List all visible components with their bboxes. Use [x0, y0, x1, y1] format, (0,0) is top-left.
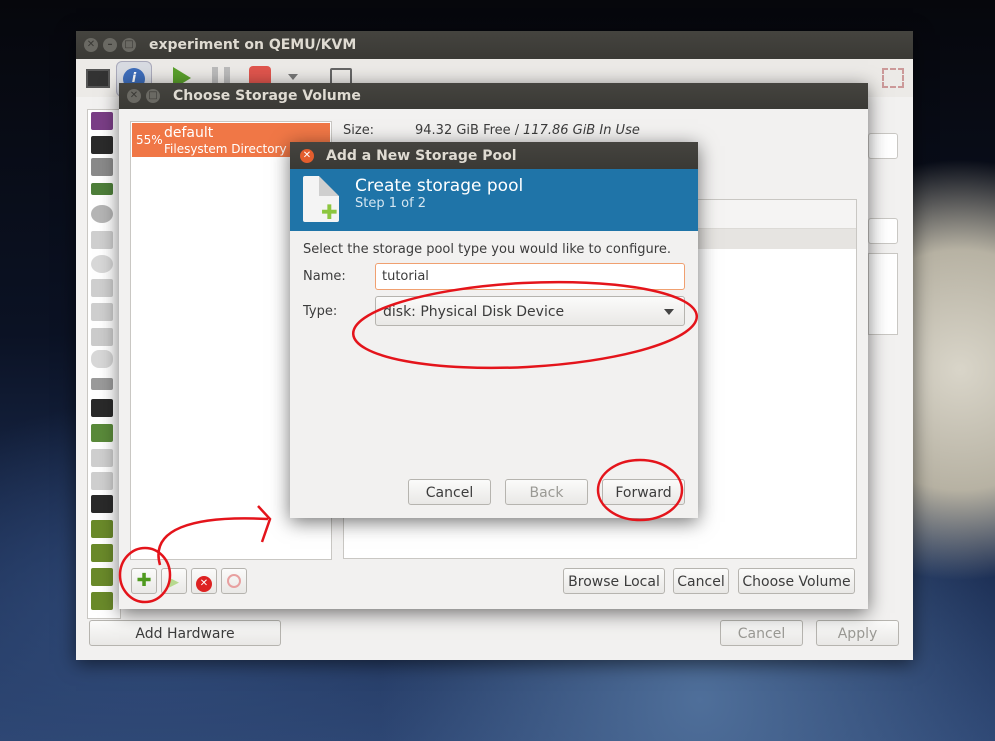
new-pool-icon: ✚: [303, 176, 339, 222]
size-label: Size:: [343, 123, 375, 138]
video-icon[interactable]: [91, 495, 113, 513]
serial-icon[interactable]: [91, 449, 113, 467]
memory-icon[interactable]: [91, 183, 113, 195]
name-input-value: tutorial: [382, 269, 429, 284]
channel-icon[interactable]: [91, 472, 113, 490]
plus-icon: ✚: [136, 570, 152, 591]
details-field-1: [868, 133, 898, 159]
mouse-icon[interactable]: [91, 350, 113, 368]
name-label: Name:: [303, 269, 346, 284]
dialog-header-step: Step 1 of 2: [355, 196, 427, 211]
maximize-icon[interactable]: □: [146, 89, 160, 103]
type-label: Type:: [303, 304, 338, 319]
controller-icon-2[interactable]: [91, 544, 113, 562]
console-icon[interactable]: [86, 69, 110, 88]
dialog-header-title: Create storage pool: [355, 176, 524, 196]
delete-icon: [227, 574, 241, 588]
add-storage-pool-dialog: ✕ Add a New Storage Pool ✚ Create storag…: [290, 142, 698, 518]
storage-volume-title: Choose Storage Volume: [173, 88, 361, 104]
stop-pool-button[interactable]: ✕: [191, 568, 217, 594]
maximize-icon[interactable]: □: [122, 38, 136, 52]
display-icon[interactable]: [91, 399, 113, 417]
choose-volume-button[interactable]: Choose Volume: [738, 568, 855, 594]
delete-pool-button[interactable]: [221, 568, 247, 594]
dialog-titlebar: ✕ Add a New Storage Pool: [290, 142, 698, 169]
pool-name: default: [164, 125, 214, 141]
controller-icon-3[interactable]: [91, 568, 113, 586]
minimize-icon[interactable]: –: [103, 38, 117, 52]
storage-volume-titlebar: ✕ □ Choose Storage Volume: [119, 83, 868, 109]
volume-cancel-button[interactable]: Cancel: [673, 568, 729, 594]
close-icon[interactable]: ✕: [127, 89, 141, 103]
add-hardware-button[interactable]: Add Hardware: [89, 620, 281, 646]
plus-icon: ✚: [321, 200, 338, 224]
sound-icon[interactable]: [91, 424, 113, 442]
dialog-title: Add a New Storage Pool: [326, 148, 517, 164]
disk-icon-2[interactable]: [91, 279, 113, 297]
dialog-forward-button[interactable]: Forward: [602, 479, 685, 505]
boot-options-icon[interactable]: [91, 205, 113, 223]
vm-window-title: experiment on QEMU/KVM: [149, 37, 357, 53]
fullscreen-icon[interactable]: [882, 68, 904, 88]
stop-icon: ✕: [196, 576, 212, 592]
disk-icon[interactable]: [91, 231, 113, 249]
details-field-2: [868, 218, 898, 244]
type-select-value: disk: Physical Disk Device: [383, 304, 565, 320]
dialog-header: ✚ Create storage pool Step 1 of 2: [290, 169, 698, 231]
play-icon: ▶: [169, 575, 179, 590]
add-pool-button[interactable]: ✚: [131, 568, 157, 594]
chevron-down-icon: [664, 309, 674, 315]
size-free: 94.32 GiB Free /: [415, 123, 520, 138]
overview-icon[interactable]: [91, 112, 113, 130]
details-field-3: [868, 253, 898, 335]
disk-icon-3[interactable]: [91, 303, 113, 321]
close-icon[interactable]: ✕: [84, 38, 98, 52]
performance-icon[interactable]: [91, 136, 113, 154]
chevron-down-icon[interactable]: [288, 74, 298, 80]
start-pool-button[interactable]: ▶: [161, 568, 187, 594]
browse-local-button[interactable]: Browse Local: [563, 568, 665, 594]
main-apply-button[interactable]: Apply: [816, 620, 899, 646]
name-input[interactable]: tutorial: [375, 263, 685, 290]
nic-icon[interactable]: [91, 328, 113, 346]
controller-icon-4[interactable]: [91, 592, 113, 610]
cpu-icon[interactable]: [91, 158, 113, 176]
cdrom-icon[interactable]: [91, 255, 113, 273]
dialog-instruction: Select the storage pool type you would l…: [303, 242, 671, 257]
controller-icon[interactable]: [91, 520, 113, 538]
close-icon[interactable]: ✕: [300, 149, 314, 163]
dialog-cancel-button[interactable]: Cancel: [408, 479, 491, 505]
main-cancel-button[interactable]: Cancel: [720, 620, 803, 646]
pool-usage: 55%: [136, 133, 163, 147]
dialog-back-button[interactable]: Back: [505, 479, 588, 505]
vm-window-titlebar: ✕ – □ experiment on QEMU/KVM: [76, 31, 913, 59]
size-in-use: 117.86 GiB In Use: [523, 123, 640, 138]
type-select[interactable]: disk: Physical Disk Device: [375, 296, 685, 326]
pool-type: Filesystem Directory: [164, 142, 287, 156]
keyboard-icon[interactable]: [91, 378, 113, 390]
